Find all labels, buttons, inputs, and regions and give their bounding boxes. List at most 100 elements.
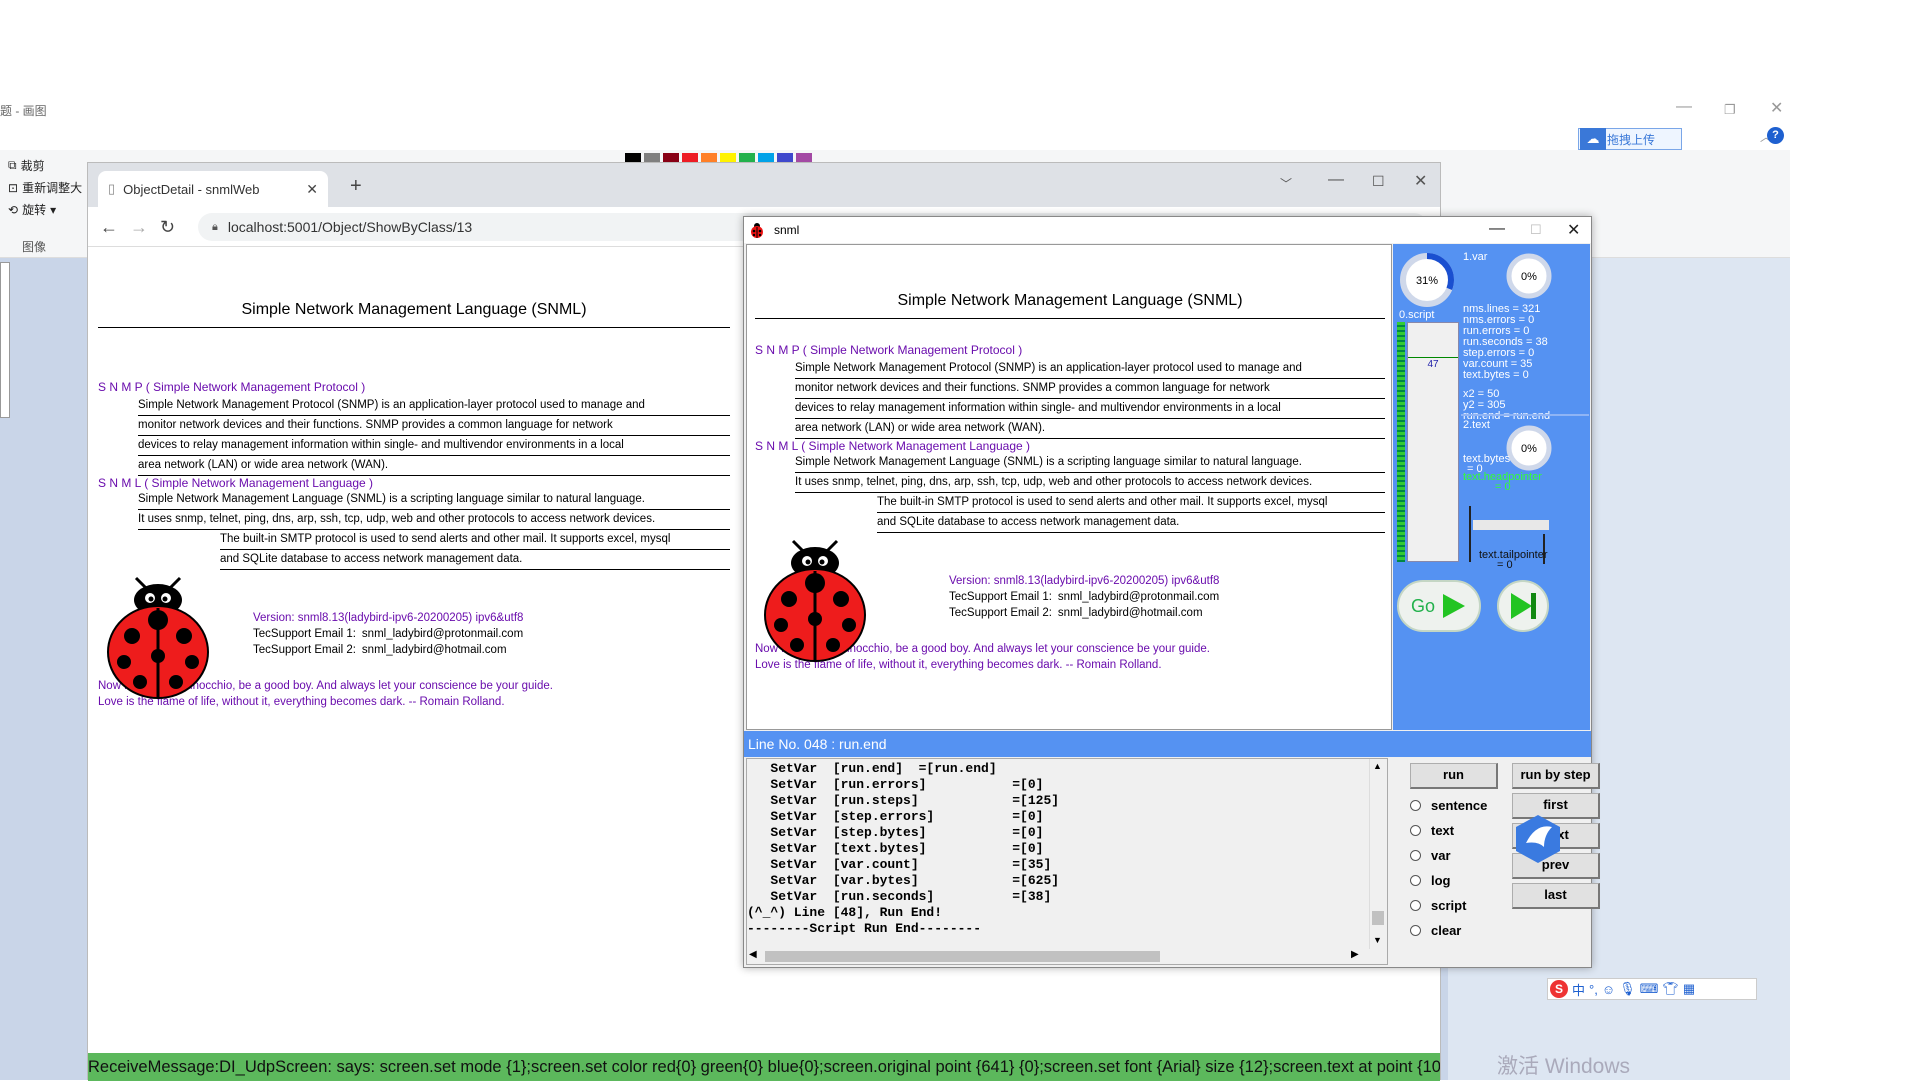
scroll-right-icon[interactable]: ▶: [1351, 949, 1359, 960]
radio-text[interactable]: text: [1410, 818, 1500, 842]
log-line: SetVar [run.end] =[run.end]: [747, 761, 997, 776]
script-gauge-label: 31%: [1416, 275, 1438, 287]
minimize-icon[interactable]: —: [1328, 171, 1344, 189]
version-text: Version: snml8.13(ladybird-ipv6-20200205…: [949, 575, 1220, 587]
text-gauge: 0%: [1505, 424, 1553, 475]
log-lines: SetVar [run.end] =[run.end] SetVar [run.…: [747, 761, 1059, 937]
text-tailpointer-value: = 0: [1497, 559, 1513, 571]
scroll-up-icon[interactable]: ▲: [1373, 761, 1382, 771]
ribbon-resize[interactable]: ⊡ 重新调整大: [8, 179, 82, 196]
var-label: 1.var: [1463, 251, 1488, 263]
text-tailpointer: text.tailpointer: [1479, 549, 1548, 561]
horizontal-scrollbar[interactable]: ◀ ▶: [747, 949, 1367, 964]
punctuation-icon[interactable]: °,: [1589, 982, 1598, 997]
svg-text:0%: 0%: [1521, 443, 1537, 455]
scroll-down-icon[interactable]: ▼: [1373, 935, 1382, 945]
log-line: --------Script Run End--------: [747, 921, 982, 936]
lock-icon: 🔒︎: [212, 220, 218, 233]
mic-icon[interactable]: 🎙︎: [1619, 981, 1636, 997]
snmp-heading: S N M P ( Simple Network Management Prot…: [755, 343, 1023, 357]
sogou-icon: S: [1550, 980, 1568, 998]
run-by-step-button[interactable]: run by step: [1512, 763, 1600, 789]
paint-title: 题 - 画图: [0, 104, 47, 118]
step-forward-button[interactable]: [1497, 580, 1549, 632]
snml-line: Simple Network Management Language (SNML…: [795, 453, 1385, 473]
floating-bird-icon[interactable]: [1514, 813, 1562, 865]
ime-mode[interactable]: 中: [1572, 980, 1585, 999]
help-icon[interactable]: ?: [1767, 127, 1784, 144]
close-icon[interactable]: ✕: [1567, 220, 1580, 240]
script-scroll-track[interactable]: 47: [1407, 322, 1459, 562]
log-line: SetVar [run.seconds] =[38]: [747, 889, 1052, 904]
play-icon: [1443, 594, 1465, 618]
skip-next-icon: [1511, 593, 1536, 619]
restore-icon[interactable]: ❐: [1724, 102, 1736, 118]
snmp-line: monitor network devices and their functi…: [138, 416, 730, 436]
page-icon: ▯: [108, 181, 116, 196]
email2-row: TecSupport Email 2: snml_ladybird@hotmail…: [253, 644, 507, 656]
browser-tabbar: ▯ ObjectDetail - snmlWeb ✕ + ﹀ — ☐ ✕: [88, 163, 1440, 207]
snmp-line: devices to relay management information …: [795, 399, 1385, 419]
var-stat: text.bytes = 0: [1463, 369, 1529, 381]
toolbox-icon[interactable]: ▦: [1683, 981, 1695, 997]
cloud-upload-icon: ☁: [1580, 128, 1606, 150]
close-tab-icon[interactable]: ✕: [306, 181, 318, 198]
script-level-bar: [1397, 322, 1405, 562]
radio-sentence[interactable]: sentence: [1410, 793, 1500, 817]
run-button[interactable]: run: [1410, 763, 1498, 789]
email1-row: TecSupport Email 1: snml_ladybird@protonm…: [253, 628, 524, 640]
ribbon-group-label: 图像: [22, 240, 47, 254]
radio-log[interactable]: log: [1410, 868, 1500, 892]
close-icon[interactable]: ✕: [1770, 98, 1783, 118]
forward-icon[interactable]: →: [130, 217, 148, 238]
scroll-left-icon[interactable]: ◀: [749, 949, 757, 960]
svg-text:0%: 0%: [1521, 271, 1537, 283]
monitor-panel: 31% 0.script 47 1.var 0% nms.lines = 321…: [1393, 244, 1590, 730]
ribbon-rotate[interactable]: ⟲ 旋转 ▾: [8, 201, 56, 218]
snml-title: snml: [774, 223, 800, 237]
close-icon[interactable]: ✕: [1414, 171, 1427, 191]
line-status-bar: Line No. 048 : run.end: [744, 731, 1591, 757]
script-gauge: 31%: [1399, 252, 1455, 311]
ladybug-logo: [107, 576, 209, 699]
keyboard-icon[interactable]: ⌨: [1640, 981, 1659, 997]
back-icon[interactable]: ←: [100, 217, 118, 238]
browser-tab[interactable]: ▯ ObjectDetail - snmlWeb ✕: [98, 171, 328, 207]
text-progress-ring: 0%: [1506, 425, 1552, 471]
last-button[interactable]: last: [1512, 883, 1600, 909]
minimize-icon[interactable]: —: [1676, 98, 1692, 116]
reload-icon[interactable]: ↻: [160, 217, 175, 238]
rotate-icon: ⟲: [8, 202, 19, 217]
maximize-icon[interactable]: ☐: [1372, 173, 1385, 190]
doc-content: Simple Network Management Language (SNML…: [98, 301, 730, 708]
minimize-icon[interactable]: —: [1489, 220, 1505, 238]
snmp-line: monitor network devices and their functi…: [795, 379, 1385, 399]
paint-canvas[interactable]: [0, 262, 10, 418]
snmp-line: area network (LAN) or wide area network …: [795, 419, 1385, 439]
radio-var[interactable]: var: [1410, 843, 1500, 867]
maximize-icon[interactable]: ☐: [1530, 222, 1542, 238]
var-stats: nms.lines = 321 nms.errors = 0 run.error…: [1463, 304, 1550, 422]
snml-heading: S N M L ( Simple Network Management Lang…: [98, 476, 374, 490]
log-line: SetVar [step.errors] =[0]: [747, 809, 1044, 824]
go-button[interactable]: Go: [1397, 580, 1481, 632]
snml-line: It uses snmp, telnet, ping, dns, arp, ss…: [138, 510, 730, 530]
scroll-thumb[interactable]: [1372, 911, 1384, 925]
radio-script[interactable]: script: [1410, 893, 1500, 917]
smtp-line: and SQLite database to access network ma…: [877, 513, 1385, 533]
chevron-down-icon[interactable]: ﹀: [1280, 175, 1292, 192]
log-output[interactable]: SetVar [run.end] =[run.end] SetVar [run.…: [746, 758, 1388, 965]
paint-window-top: [0, 0, 1790, 150]
ime-toolbar[interactable]: S 中 °, ☺ 🎙︎ ⌨ 👕︎ ▦: [1547, 978, 1757, 1000]
radio-clear[interactable]: clear: [1410, 918, 1500, 942]
emoji-icon[interactable]: ☺: [1602, 982, 1615, 997]
email1-row: TecSupport Email 1: snml_ladybird@protonm…: [949, 591, 1220, 603]
snmp-line: Simple Network Management Protocol (SNMP…: [795, 359, 1385, 379]
text-scroll-track[interactable]: [1473, 520, 1549, 530]
scroll-thumb[interactable]: [765, 951, 1160, 962]
ribbon-crop[interactable]: ⧉ 裁剪: [8, 157, 45, 174]
skin-icon[interactable]: 👕︎: [1662, 981, 1679, 997]
snml-heading: S N M L ( Simple Network Management Lang…: [755, 439, 1031, 453]
new-tab-icon[interactable]: +: [350, 175, 362, 198]
vertical-scrollbar[interactable]: ▲ ▼: [1369, 759, 1387, 949]
